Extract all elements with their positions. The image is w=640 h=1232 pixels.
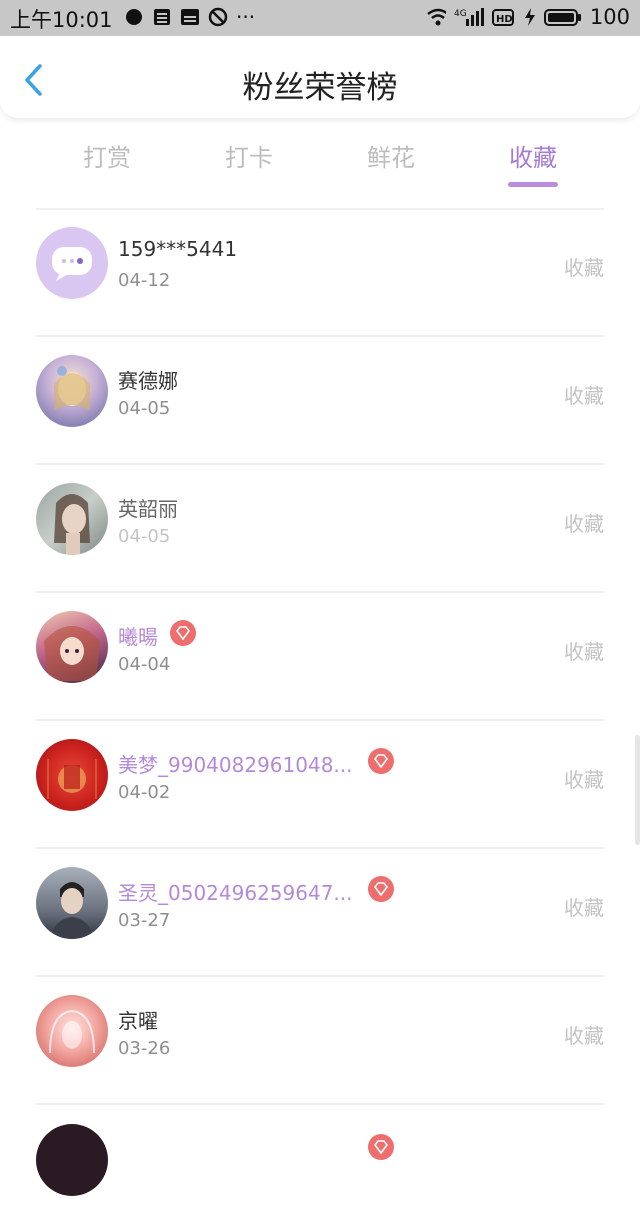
avatar xyxy=(36,355,108,427)
diamond-icon xyxy=(374,754,388,769)
news-icon xyxy=(180,7,200,27)
list-icon xyxy=(152,7,172,27)
avatar xyxy=(36,739,108,811)
fan-date: 04-02 xyxy=(118,782,171,803)
list-item[interactable]: 英韶丽 04-05 收藏 xyxy=(0,464,640,592)
favorite-label: 收藏 xyxy=(564,512,604,536)
list-item[interactable]: 京曜 03-26 收藏 xyxy=(0,976,640,1104)
do-not-disturb-icon xyxy=(208,7,228,27)
fan-date: 04-05 xyxy=(118,526,171,547)
list-item[interactable]: 159***5441 04-12 收藏 xyxy=(0,208,640,336)
fan-date: 03-26 xyxy=(118,1038,171,1059)
pink-glow-icon xyxy=(49,1009,95,1054)
fan-name: 赛德娜 xyxy=(118,369,178,393)
man-portrait-icon xyxy=(50,882,94,939)
vip-badge xyxy=(368,876,394,902)
chat-bubble-icon xyxy=(124,7,144,27)
favorite-label: 收藏 xyxy=(564,1024,604,1048)
fan-name: 圣灵_0502496259647... xyxy=(118,881,353,905)
tab-bar: 打赏 打卡 鲜花 收藏 xyxy=(0,130,640,190)
fan-date: 03-27 xyxy=(118,910,171,931)
avatar xyxy=(36,1124,108,1196)
tab-flowers[interactable]: 鲜花 xyxy=(331,138,451,173)
favorite-label: 收藏 xyxy=(564,896,604,920)
chat-bubble-icon xyxy=(52,247,92,281)
diamond-icon xyxy=(176,626,190,641)
tab-reward[interactable]: 打赏 xyxy=(47,138,167,173)
avatar xyxy=(36,611,108,683)
woman-portrait-icon xyxy=(54,494,90,555)
scrollbar[interactable] xyxy=(635,735,640,845)
hd-icon: HD xyxy=(491,7,516,27)
status-bar: 上午10:01 ··· 4G HD 100 xyxy=(0,0,640,36)
charging-icon xyxy=(524,7,536,27)
favorite-label: 收藏 xyxy=(564,640,604,664)
anime-girl-icon xyxy=(54,366,90,411)
svg-text:HD: HD xyxy=(496,14,513,25)
tab-favorites[interactable]: 收藏 xyxy=(473,138,593,173)
avatar xyxy=(36,995,108,1067)
fan-name: 英韶丽 xyxy=(118,497,178,521)
list-item-partial[interactable] xyxy=(0,1104,640,1232)
fan-date: 04-05 xyxy=(118,398,171,419)
red-illustration-icon xyxy=(47,759,97,799)
list-item[interactable]: 美梦_9904082961048... 04-02 收藏 xyxy=(0,720,640,848)
avatar xyxy=(36,227,108,299)
anime-character-icon xyxy=(44,626,100,681)
list-item[interactable]: 圣灵_0502496259647... 03-27 收藏 xyxy=(0,848,640,976)
fan-date: 04-12 xyxy=(118,270,171,291)
fan-name: 美梦_9904082961048... xyxy=(118,753,353,777)
diamond-icon xyxy=(374,882,388,897)
favorite-label: 收藏 xyxy=(564,768,604,792)
vip-badge xyxy=(170,620,196,646)
fan-date: 04-04 xyxy=(118,654,171,675)
page-title: 粉丝荣誉榜 xyxy=(242,70,398,106)
active-tab-indicator xyxy=(508,182,558,187)
app-header: 粉丝荣誉榜 xyxy=(0,36,640,118)
fan-name: 曦暘 xyxy=(118,625,158,649)
avatar xyxy=(36,867,108,939)
battery-icon xyxy=(543,7,582,27)
wifi-icon xyxy=(426,7,446,27)
list-item[interactable]: 赛德娜 04-05 收藏 xyxy=(0,336,640,464)
status-notification-icons: ··· xyxy=(124,7,255,27)
battery-level: 100 xyxy=(589,5,630,29)
status-time: 上午10:01 xyxy=(10,8,113,32)
more-notifications-icon: ··· xyxy=(236,5,256,29)
fan-name: 159***5441 xyxy=(118,237,238,261)
favorite-label: 收藏 xyxy=(564,384,604,408)
list-item[interactable]: 曦暘 04-04 收藏 xyxy=(0,592,640,720)
status-system-icons: 4G HD 100 xyxy=(426,5,630,29)
fan-name: 京曜 xyxy=(118,1009,158,1033)
avatar xyxy=(36,483,108,555)
tab-checkin[interactable]: 打卡 xyxy=(189,138,309,173)
svg-text:4G: 4G xyxy=(454,9,467,19)
signal-icon: 4G xyxy=(454,7,484,27)
favorite-label: 收藏 xyxy=(564,256,604,280)
vip-badge xyxy=(368,748,394,774)
diamond-icon xyxy=(374,1140,388,1155)
